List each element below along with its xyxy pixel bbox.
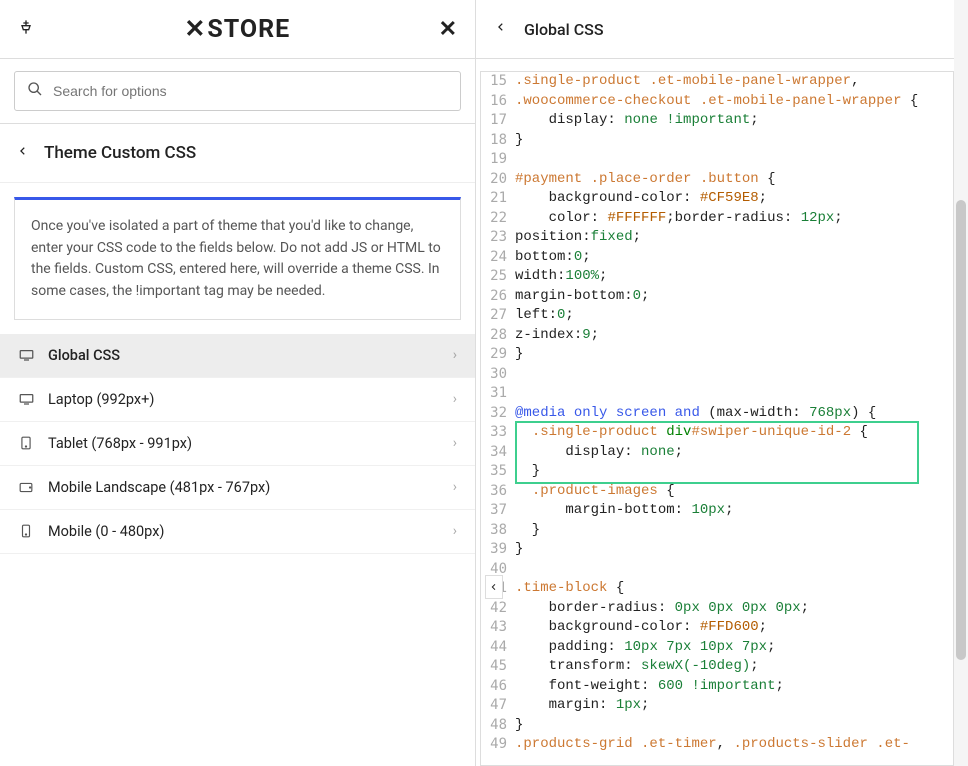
device-icon: [18, 348, 34, 362]
code-line[interactable]: display: none !important;: [515, 111, 953, 131]
sidebar-item-tablet-768px-991px-[interactable]: Tablet (768px - 991px) ›: [0, 422, 475, 466]
code-lines[interactable]: .single-product .et-mobile-panel-wrapper…: [511, 72, 953, 755]
back-icon[interactable]: [18, 143, 28, 163]
sidebar-header: ✕STORE ✕: [0, 0, 475, 59]
code-line[interactable]: [515, 560, 953, 580]
section-title: Theme Custom CSS: [44, 143, 196, 163]
device-icon: [18, 480, 34, 494]
device-icon: [18, 524, 34, 538]
fold-caret-icon[interactable]: [485, 575, 503, 599]
code-line[interactable]: transform: skewX(-10deg);: [515, 657, 953, 677]
code-line[interactable]: margin-bottom: 10px;: [515, 501, 953, 521]
editor-panel: Global CSS 15161718192021222324252627282…: [476, 0, 968, 766]
code-line[interactable]: [515, 150, 953, 170]
chevron-right-icon: ›: [453, 347, 457, 363]
chevron-right-icon: ›: [453, 479, 457, 495]
sidebar-menu: Global CSS›Laptop (992px+)›Tablet (768px…: [0, 334, 475, 554]
code-line[interactable]: border-radius: 0px 0px 0px 0px;: [515, 599, 953, 619]
code-line[interactable]: }: [515, 345, 953, 365]
code-line[interactable]: margin: 1px;: [515, 696, 953, 716]
code-line[interactable]: width:100%;: [515, 267, 953, 287]
sidebar-panel: ✕STORE ✕ Theme Custom CSS Once you've is…: [0, 0, 476, 766]
chevron-right-icon: ›: [453, 391, 457, 407]
sidebar-item-label: Global CSS: [48, 347, 120, 364]
code-line[interactable]: font-weight: 600 !important;: [515, 677, 953, 697]
sidebar-item-laptop-992px-[interactable]: Laptop (992px+) ›: [0, 378, 475, 422]
code-line[interactable]: z-index:9;: [515, 326, 953, 346]
sidebar-item-label: Mobile Landscape (481px - 767px): [48, 479, 270, 496]
code-line[interactable]: padding: 10px 7px 10px 7px;: [515, 638, 953, 658]
code-line[interactable]: left:0;: [515, 306, 953, 326]
device-icon: [18, 392, 34, 406]
code-line[interactable]: }: [515, 462, 953, 482]
device-icon: [18, 436, 34, 450]
code-line[interactable]: [515, 384, 953, 404]
code-line[interactable]: .woocommerce-checkout .et-mobile-panel-w…: [515, 92, 953, 112]
line-gutter: 1516171819202122232425262728293031323334…: [481, 72, 511, 755]
logo: ✕STORE: [184, 14, 290, 44]
code-line[interactable]: display: none;: [515, 443, 953, 463]
editor-header: Global CSS: [476, 0, 968, 59]
code-line[interactable]: .single-product div#swiper-unique-id-2 {: [515, 423, 953, 443]
close-icon[interactable]: ✕: [439, 17, 457, 42]
logo-text: STORE: [207, 15, 290, 44]
code-line[interactable]: .product-images {: [515, 482, 953, 502]
scrollbar-thumb[interactable]: [956, 200, 966, 660]
code-line[interactable]: color: #FFFFFF;border-radius: 12px;: [515, 209, 953, 229]
code-line[interactable]: @media only screen and (max-width: 768px…: [515, 404, 953, 424]
editor-back-icon[interactable]: [496, 20, 506, 38]
info-box: Once you've isolated a part of theme tha…: [14, 197, 461, 320]
search-field[interactable]: [14, 71, 461, 111]
code-line[interactable]: background-color: #CF59E8;: [515, 189, 953, 209]
sidebar-item-global-css[interactable]: Global CSS ›: [0, 334, 475, 378]
search-icon: [27, 81, 43, 101]
code-line[interactable]: background-color: #FFD600;: [515, 618, 953, 638]
code-line[interactable]: }: [515, 521, 953, 541]
code-line[interactable]: bottom:0;: [515, 248, 953, 268]
chevron-right-icon: ›: [453, 435, 457, 451]
code-line[interactable]: #payment .place-order .button {: [515, 170, 953, 190]
code-line[interactable]: }: [515, 131, 953, 151]
editor-title: Global CSS: [524, 20, 604, 39]
code-editor[interactable]: 1516171819202122232425262728293031323334…: [480, 71, 954, 766]
code-line[interactable]: .single-product .et-mobile-panel-wrapper…: [515, 72, 953, 92]
chevron-right-icon: ›: [453, 523, 457, 539]
code-line[interactable]: }: [515, 716, 953, 736]
code-line[interactable]: [515, 365, 953, 385]
logo-x-icon: ✕: [184, 14, 206, 44]
code-line[interactable]: }: [515, 540, 953, 560]
section-title-row[interactable]: Theme Custom CSS: [0, 124, 475, 183]
pin-icon[interactable]: [18, 19, 36, 39]
vertical-scrollbar[interactable]: [954, 0, 968, 766]
search-input[interactable]: [53, 83, 448, 99]
code-line[interactable]: .time-block {: [515, 579, 953, 599]
code-line[interactable]: margin-bottom:0;: [515, 287, 953, 307]
code-line[interactable]: .products-grid .et-timer, .products-slid…: [515, 735, 953, 755]
sidebar-item-mobile-landscape-481px-767px-[interactable]: Mobile Landscape (481px - 767px) ›: [0, 466, 475, 510]
search-wrapper: [0, 59, 475, 124]
sidebar-item-label: Mobile (0 - 480px): [48, 523, 164, 540]
code-line[interactable]: position:fixed;: [515, 228, 953, 248]
sidebar-item-label: Tablet (768px - 991px): [48, 435, 192, 452]
sidebar-item-mobile-0-480px-[interactable]: Mobile (0 - 480px) ›: [0, 510, 475, 554]
sidebar-item-label: Laptop (992px+): [48, 391, 154, 408]
